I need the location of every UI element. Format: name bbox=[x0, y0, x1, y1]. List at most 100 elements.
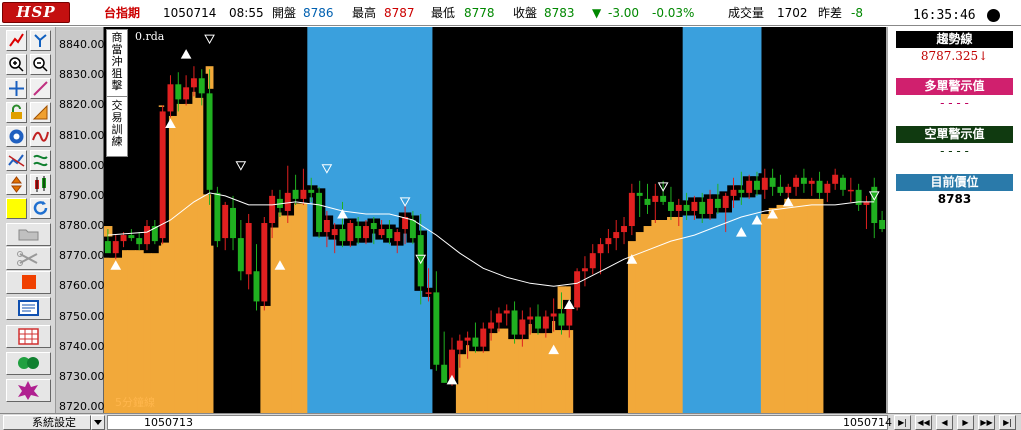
split-chart-icon[interactable] bbox=[30, 30, 51, 51]
fill-band bbox=[291, 198, 301, 413]
nav-rewind-button[interactable]: ◀◀ bbox=[915, 415, 932, 430]
gloves-icon[interactable] bbox=[6, 352, 51, 375]
scissors-icon[interactable] bbox=[6, 247, 51, 270]
candle-body bbox=[808, 180, 815, 184]
candle-body bbox=[292, 189, 299, 199]
grid-table-icon[interactable] bbox=[6, 325, 51, 348]
system-settings-button[interactable]: 系統設定 bbox=[3, 415, 91, 430]
candle-body bbox=[769, 177, 776, 187]
day-trade-sniper-item[interactable]: 商當沖狙擊 bbox=[107, 32, 127, 92]
nav-last-button[interactable]: ▶| bbox=[999, 415, 1016, 430]
candle-body bbox=[589, 253, 596, 269]
screen-icon[interactable] bbox=[6, 297, 51, 320]
folder-icon[interactable] bbox=[6, 223, 51, 246]
price-tick-label: 8730.00 bbox=[59, 369, 105, 383]
lock-icon[interactable] bbox=[6, 102, 27, 123]
candle-body bbox=[237, 238, 244, 272]
star-burst-icon[interactable] bbox=[6, 379, 51, 402]
open-value: 8786 bbox=[303, 6, 334, 20]
chart-canvas[interactable] bbox=[104, 27, 886, 413]
nav-next-button[interactable]: ▶ bbox=[957, 415, 974, 430]
fill-band bbox=[713, 27, 723, 413]
trend-line-title: 趨勢線 bbox=[896, 31, 1013, 48]
fill-band bbox=[831, 27, 840, 413]
fill-band bbox=[659, 220, 668, 413]
long-alert-value: - - - - bbox=[940, 96, 969, 110]
volume-label: 成交量 bbox=[728, 6, 765, 20]
candle-icon[interactable] bbox=[30, 174, 51, 195]
zoom-in-icon[interactable] bbox=[6, 54, 27, 75]
fill-band bbox=[776, 204, 785, 413]
candle-body bbox=[699, 201, 706, 214]
nav-forward-button[interactable]: ▶▶ bbox=[978, 415, 995, 430]
candle-body bbox=[261, 223, 268, 302]
price-tick-label: 8790.00 bbox=[59, 188, 105, 202]
current-price-title: 目前價位 bbox=[896, 174, 1013, 191]
candle-body bbox=[488, 322, 495, 329]
stop-icon[interactable] bbox=[6, 271, 51, 294]
candle-body bbox=[323, 220, 330, 233]
trend-line-icon[interactable] bbox=[6, 30, 27, 51]
candle-body bbox=[816, 180, 823, 193]
swap-icon[interactable] bbox=[30, 150, 51, 171]
candle-body bbox=[300, 189, 307, 199]
candle-body bbox=[761, 177, 768, 190]
candle-body bbox=[832, 174, 839, 184]
candle-body bbox=[542, 316, 549, 329]
sell-signal-marker bbox=[204, 34, 215, 45]
price-tick-label: 8770.00 bbox=[59, 249, 105, 263]
low-label: 最低 bbox=[431, 6, 456, 20]
status-bar: 系統設定 1050713 1050714 ▶| ◀◀ ◀ ▶ ▶▶ ▶| bbox=[0, 413, 1021, 430]
chevron-down-icon[interactable] bbox=[91, 415, 105, 430]
indicator-icon[interactable] bbox=[6, 126, 27, 147]
ruler-icon[interactable] bbox=[30, 102, 51, 123]
wave-icon[interactable] bbox=[30, 126, 51, 147]
trade-training-item[interactable]: 交易訓練 bbox=[107, 100, 127, 148]
highlight-icon[interactable] bbox=[6, 198, 27, 219]
strategy-side-menu[interactable]: 商當沖狙擊 交易訓練 bbox=[106, 29, 128, 157]
candle-body bbox=[785, 186, 792, 193]
zoom-out-icon[interactable] bbox=[30, 54, 51, 75]
fill-band bbox=[283, 198, 293, 413]
candle-body bbox=[112, 241, 119, 254]
chart-type-icon[interactable] bbox=[6, 150, 27, 171]
time-scrollbar[interactable]: 1050713 1050714 bbox=[107, 415, 892, 430]
refresh-icon[interactable] bbox=[30, 198, 51, 219]
long-alert-title: 多單警示值 bbox=[896, 78, 1013, 95]
clock-dot-icon[interactable] bbox=[987, 9, 1000, 22]
candle-body bbox=[535, 316, 541, 329]
fill-band bbox=[784, 198, 793, 413]
crosshair-icon[interactable] bbox=[6, 78, 27, 99]
nav-prev-button[interactable]: ◀ bbox=[936, 415, 953, 430]
fill-band bbox=[627, 241, 637, 413]
candlestick-chart[interactable]: 商當沖狙擊 交易訓練 0.rda 5分鐘線 bbox=[104, 27, 886, 413]
fill-band bbox=[150, 253, 160, 413]
candle-body bbox=[738, 189, 745, 193]
timeframe-label: 5分鐘線 bbox=[115, 396, 155, 409]
fill-band bbox=[143, 253, 152, 413]
short-alert-title: 空單警示值 bbox=[896, 126, 1013, 143]
fill-band bbox=[854, 27, 864, 413]
fill-band bbox=[737, 27, 746, 413]
candle-body bbox=[370, 223, 377, 230]
app-logo: HSP bbox=[2, 2, 70, 23]
pen-line-icon[interactable] bbox=[30, 78, 51, 99]
fill-band bbox=[119, 250, 129, 413]
candle-body bbox=[347, 223, 354, 242]
price-tick-label: 8760.00 bbox=[59, 279, 105, 293]
candle-body bbox=[519, 319, 526, 335]
date-end: 1050714 bbox=[843, 416, 892, 429]
fill-band bbox=[299, 198, 308, 413]
fill-band bbox=[573, 27, 582, 413]
fill-band bbox=[635, 232, 645, 413]
candle-body bbox=[167, 84, 174, 112]
diff-label: 昨差 bbox=[818, 6, 843, 20]
close-value: 8783 bbox=[544, 6, 575, 20]
updown-icon[interactable] bbox=[6, 174, 27, 195]
header-bar: HSP 台指期 1050714 08:55 開盤 8786 最高 8787 最低… bbox=[0, 0, 1021, 26]
nav-first-button[interactable]: ▶| bbox=[894, 415, 911, 430]
change-value: -3.00 bbox=[608, 6, 640, 20]
buy-signal-marker bbox=[180, 49, 192, 59]
change-down-icon: ▼ bbox=[592, 6, 602, 20]
fill-band bbox=[839, 27, 848, 413]
